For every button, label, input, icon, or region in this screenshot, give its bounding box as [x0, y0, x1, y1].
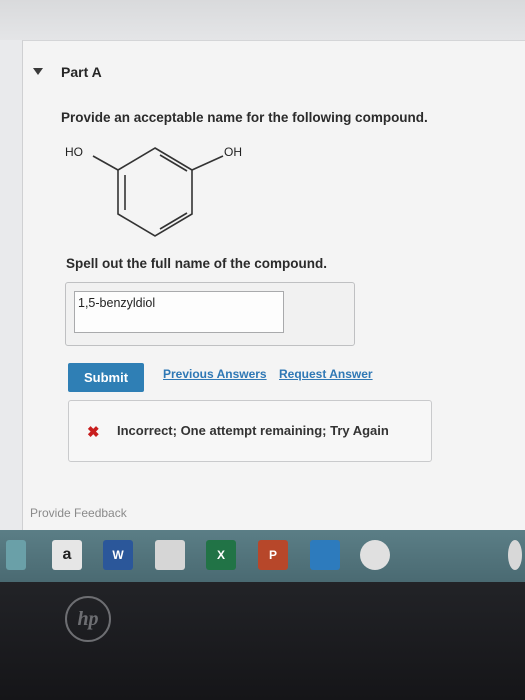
word-icon[interactable]: W: [103, 540, 133, 570]
feedback-message: Incorrect; One attempt remaining; Try Ag…: [117, 423, 389, 438]
ring-double-bond: [159, 154, 188, 172]
hydroxyl-label-left: HO: [65, 145, 83, 159]
collapse-caret-icon[interactable]: [33, 68, 43, 75]
browser-screen: Part A Provide an acceptable name for th…: [0, 0, 525, 545]
spell-prompt: Spell out the full name of the compound.: [66, 256, 327, 271]
previous-answers-link[interactable]: Previous Answers: [163, 367, 267, 381]
system-tray-icon[interactable]: [508, 540, 522, 570]
request-answer-link[interactable]: Request Answer: [279, 367, 373, 381]
part-title: Part A: [61, 64, 102, 80]
substituent-bond-left: [92, 155, 119, 171]
provide-feedback-link[interactable]: Provide Feedback: [30, 506, 127, 520]
feedback-box: ✖ Incorrect; One attempt remaining; Try …: [68, 400, 432, 462]
excel-icon[interactable]: X: [206, 540, 236, 570]
amazon-icon[interactable]: a: [52, 540, 82, 570]
question-prompt: Provide an acceptable name for the follo…: [61, 110, 428, 125]
header-band: [0, 0, 525, 40]
photos-icon[interactable]: [310, 540, 340, 570]
chrome-icon[interactable]: [360, 540, 390, 570]
answer-container: [65, 282, 355, 346]
molecule-structure: HO OH: [65, 145, 242, 237]
start-icon[interactable]: [6, 540, 26, 570]
powerpoint-icon[interactable]: P: [258, 540, 288, 570]
submit-button[interactable]: Submit: [68, 363, 144, 392]
ring-double-bond: [159, 212, 188, 230]
benzene-ring: [117, 147, 193, 237]
taskbar: a W X P: [0, 530, 525, 582]
substituent-bond-right: [191, 155, 224, 171]
answer-input[interactable]: [74, 291, 284, 333]
store-icon[interactable]: [155, 540, 185, 570]
x-icon: ✖: [87, 424, 100, 441]
hp-logo: hp: [65, 596, 111, 642]
hydroxyl-label-right: OH: [224, 145, 242, 159]
